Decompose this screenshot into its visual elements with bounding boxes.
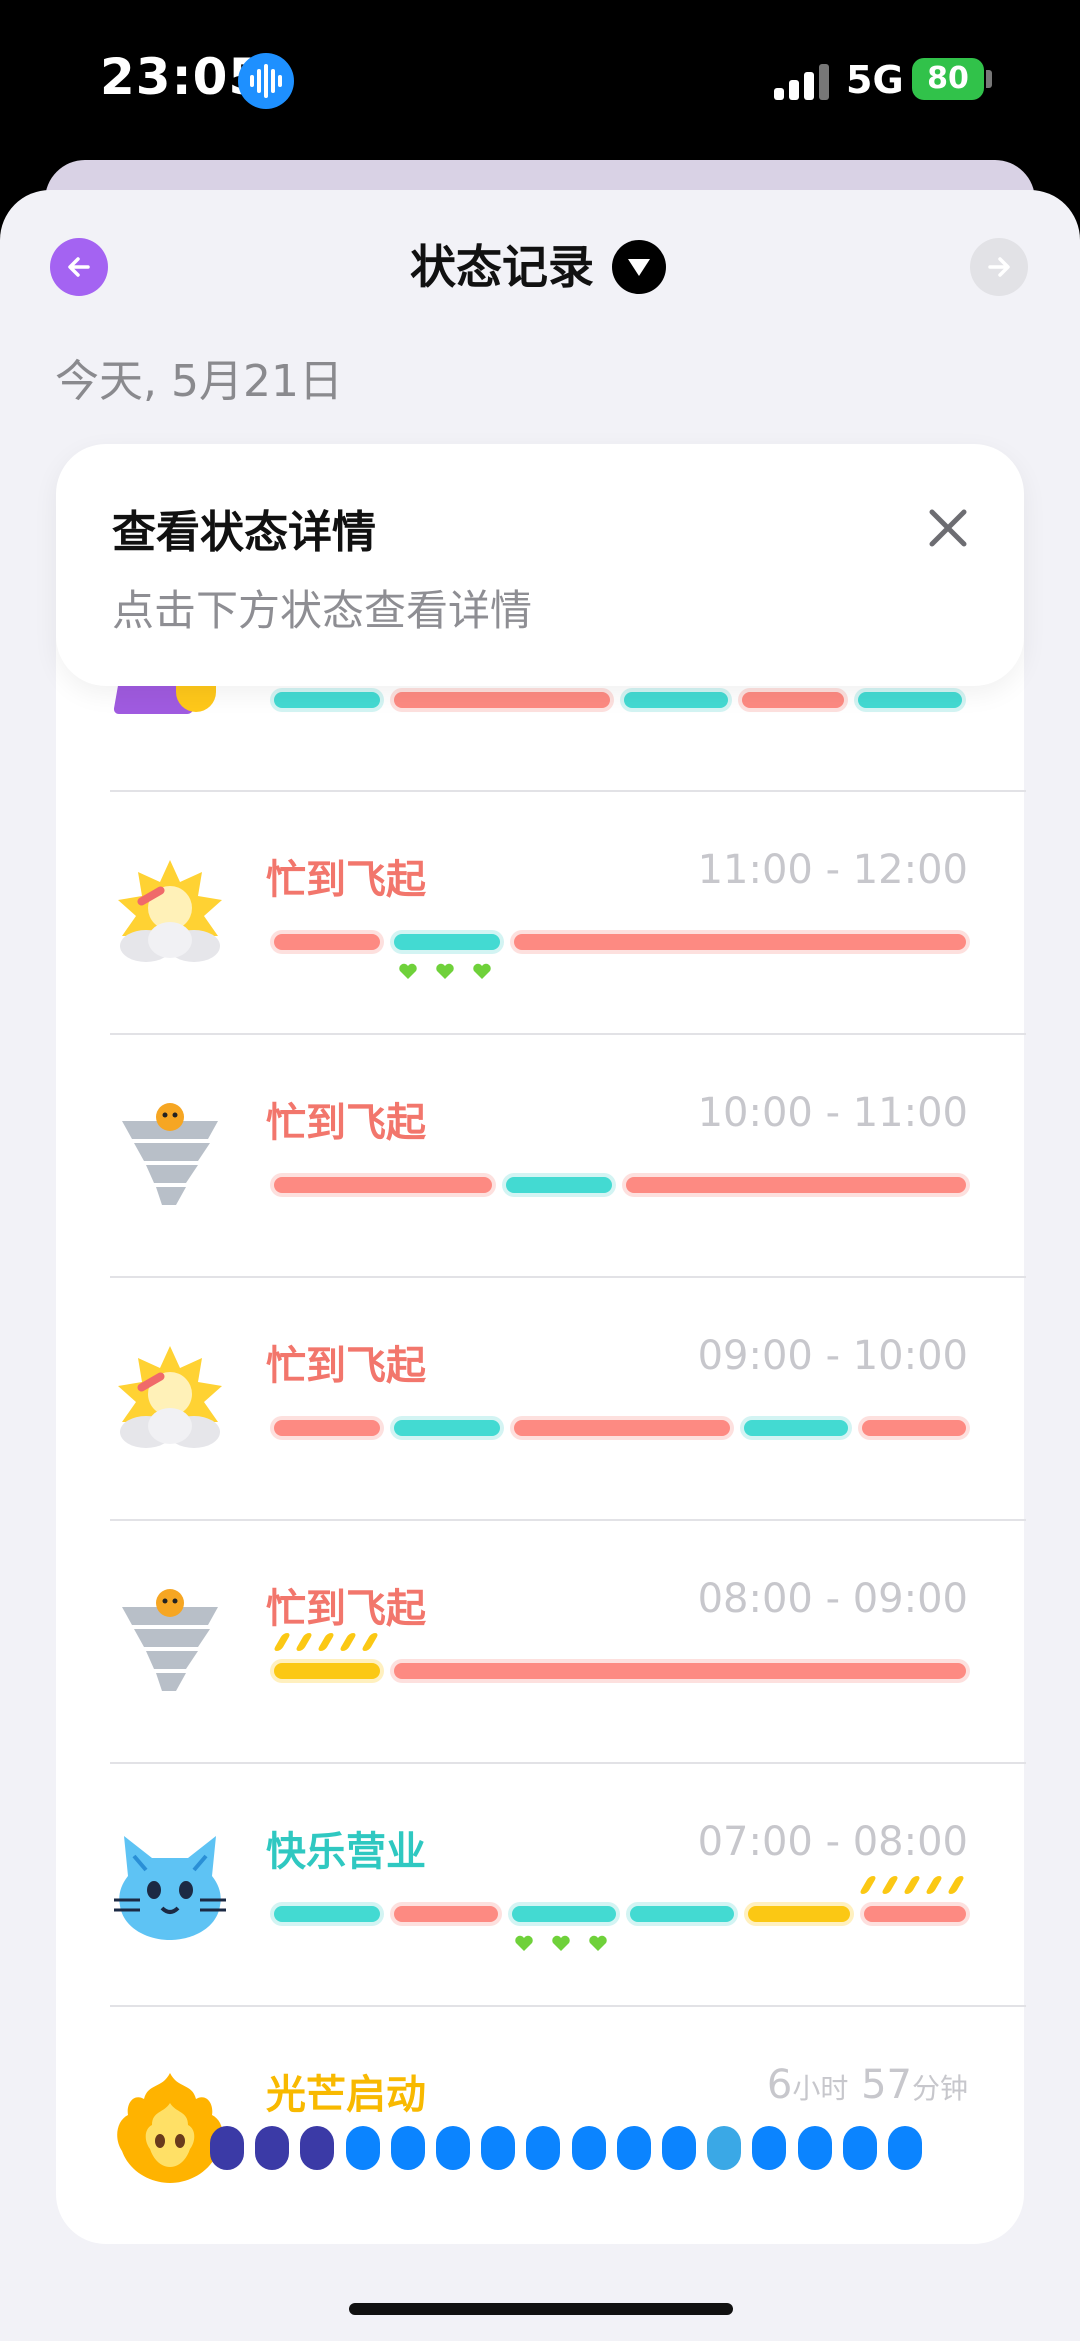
list-item[interactable]: 快乐营业 07:00 - 08:00	[56, 1764, 1024, 2007]
list-item[interactable]: 忙到飞起 10:00 - 11:00	[56, 1035, 1024, 1278]
hearts	[398, 962, 498, 986]
record-time: 10:00 - 11:00	[697, 1090, 968, 1136]
tornado-icon	[122, 1103, 218, 1205]
status-bars	[270, 1416, 970, 1440]
summary-title: 光芒启动	[266, 2072, 426, 2118]
record-title: 忙到飞起	[266, 1100, 426, 1146]
home-indicator[interactable]	[349, 2303, 733, 2315]
tip-subtitle: 点击下方状态查看详情	[112, 586, 533, 635]
tip-title: 查看状态详情	[112, 507, 376, 558]
list-item[interactable]: 忙到飞起 09:00 - 10:00	[56, 1278, 1024, 1521]
voice-icon	[238, 53, 294, 109]
heart-icon	[399, 963, 417, 979]
hour-dot	[707, 2126, 742, 2170]
summary-minutes-unit: 分钟	[911, 2072, 968, 2105]
record-title: 快乐营业	[266, 1829, 426, 1875]
hearts	[514, 1934, 614, 1958]
record-time: 09:00 - 10:00	[697, 1333, 968, 1379]
status-bar: 23:05 5G 80	[0, 0, 1080, 160]
summary-hours: 6	[766, 2062, 793, 2108]
status-bars	[270, 688, 970, 712]
list-item[interactable]: 忙到飞起 11:00 - 12:00	[56, 792, 1024, 1035]
summary-duration: 6小时 57分钟	[767, 2062, 968, 2108]
heart-icon	[552, 1935, 570, 1951]
forward-button[interactable]	[970, 238, 1028, 296]
close-icon	[929, 509, 967, 547]
list-item[interactable]: 忙到飞起 08:00 - 09:00	[56, 1521, 1024, 1764]
record-title: 忙到飞起	[266, 1586, 426, 1632]
arrow-left-icon	[68, 257, 90, 277]
record-title: 忙到飞起	[266, 1343, 426, 1389]
record-time: 07:00 - 08:00	[697, 1819, 968, 1865]
summary-hours-unit: 小时	[792, 2072, 849, 2105]
energy-marks	[272, 1633, 388, 1653]
hour-dot	[526, 2126, 561, 2170]
battery-icon: 80	[912, 58, 984, 100]
heart-icon	[589, 1935, 607, 1951]
hour-dot	[797, 2126, 832, 2170]
record-time: 11:00 - 12:00	[697, 847, 968, 893]
status-bars	[270, 1902, 970, 1926]
status-detail-tip: 查看状态详情 点击下方状态查看详情	[56, 444, 1024, 686]
energy-marks	[858, 1876, 974, 1896]
sun-cloud-icon	[118, 860, 222, 962]
cat-icon	[114, 1836, 226, 1940]
heart-icon	[515, 1935, 533, 1951]
page-title[interactable]: 状态记录	[410, 238, 594, 296]
hour-dot	[255, 2126, 290, 2170]
heart-icon	[436, 963, 454, 979]
signal-icon	[774, 62, 834, 100]
status-record-list: 忙到飞起 11:00 - 12:00 忙到飞起 10:00 - 11:00 忙到…	[56, 600, 1026, 2244]
hour-dot	[481, 2126, 516, 2170]
arrow-right-icon	[988, 257, 1010, 277]
status-bars	[270, 1659, 970, 1683]
hour-dot	[662, 2126, 696, 2170]
hour-dot	[752, 2126, 787, 2170]
hour-dot	[888, 2126, 922, 2170]
hour-dot	[300, 2126, 335, 2170]
date-label: 今天, 5月21日	[55, 356, 343, 407]
back-button[interactable]	[50, 238, 108, 296]
record-time: 08:00 - 09:00	[697, 1576, 968, 1622]
hour-dot	[436, 2126, 470, 2170]
tip-close-button[interactable]	[920, 500, 976, 556]
record-title: 忙到飞起	[266, 857, 426, 903]
hour-dot	[616, 2126, 651, 2170]
status-bars	[270, 1173, 970, 1197]
hour-dot	[210, 2126, 244, 2170]
status-bars	[270, 930, 970, 954]
tornado-icon	[122, 1589, 218, 1691]
flame-icon	[117, 2073, 223, 2183]
network-type: 5G	[846, 58, 904, 102]
hour-dot	[390, 2126, 425, 2170]
title-dropdown-button[interactable]	[612, 240, 666, 294]
battery-tip	[986, 70, 992, 88]
summary-minutes: 57	[861, 2062, 912, 2108]
hour-dot	[571, 2126, 606, 2170]
hour-dot	[345, 2126, 380, 2170]
sun-cloud-icon	[118, 1346, 222, 1448]
caret-down-icon	[628, 259, 650, 276]
heart-icon	[473, 963, 491, 979]
hour-dot	[842, 2126, 877, 2170]
